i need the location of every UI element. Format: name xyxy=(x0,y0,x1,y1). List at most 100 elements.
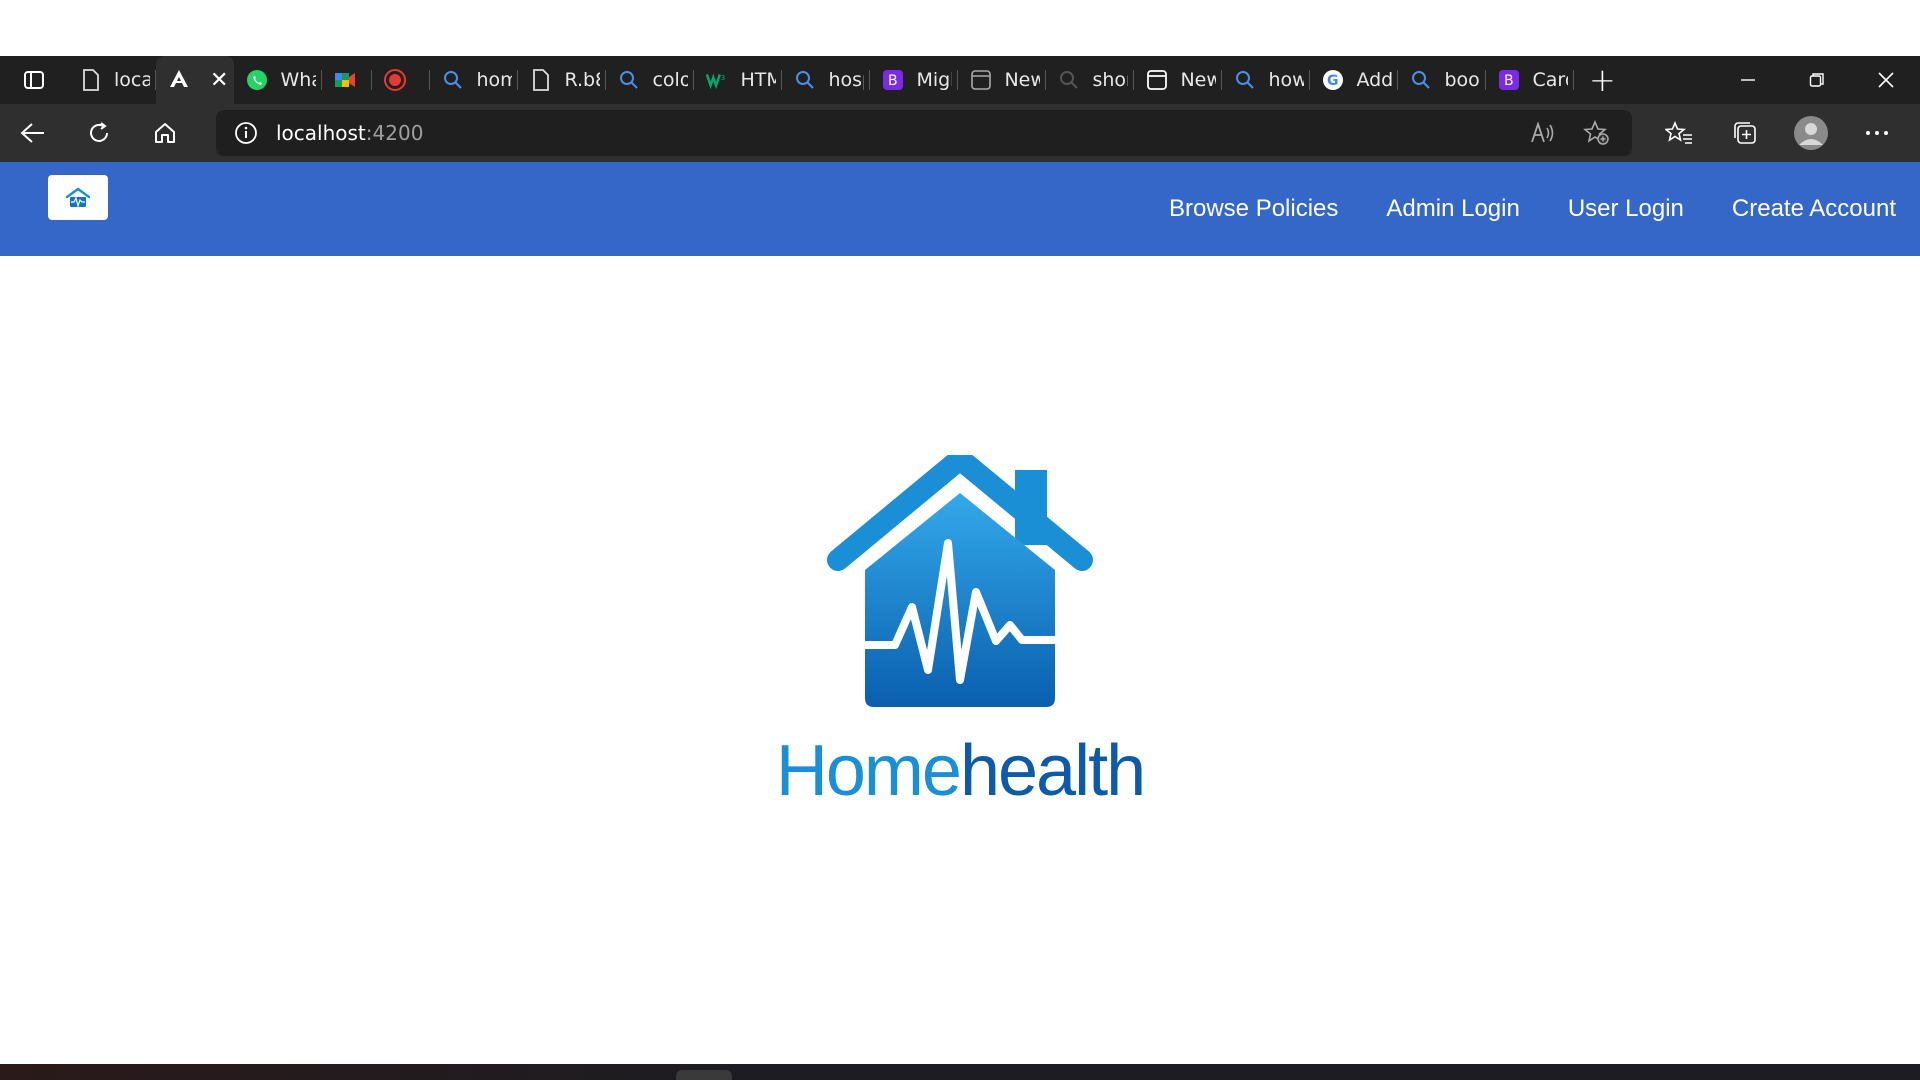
close-icon xyxy=(1877,72,1894,88)
hero-logo: Homehealth xyxy=(760,455,1160,815)
back-button[interactable] xyxy=(0,104,66,162)
page-icon xyxy=(80,69,102,91)
tab-title: shor xyxy=(1092,69,1128,91)
tab-title: how xyxy=(1268,69,1305,91)
tab-7[interactable]: colo xyxy=(606,56,695,104)
meet-icon xyxy=(334,69,356,91)
house-heartbeat-icon xyxy=(827,455,1093,707)
whatsapp-icon xyxy=(246,69,268,91)
browser-toolbar: localhost:4200 xyxy=(0,104,1920,162)
angular-icon xyxy=(168,69,190,91)
tab-title: Add xyxy=(1356,69,1393,91)
tab-16[interactable]: boo xyxy=(1398,56,1487,104)
site-info-icon[interactable] xyxy=(216,121,276,145)
window-controls xyxy=(1713,56,1920,104)
top-margin xyxy=(0,0,1920,56)
w3-icon: 3 xyxy=(706,69,728,91)
taskbar-edge xyxy=(0,1064,1920,1080)
browse-policies-link[interactable]: Browse Policies xyxy=(1169,195,1338,223)
read-aloud-icon xyxy=(1531,122,1554,143)
tab-strip: localhost:4200 ✕ WhatsApp home R.b8 colo… xyxy=(0,56,1920,104)
bootstrap-icon: B xyxy=(1498,69,1520,91)
page-icon xyxy=(530,69,552,91)
tab-5[interactable]: home xyxy=(430,56,519,104)
navbar-links: Browse Policies Admin Login User Login C… xyxy=(1121,162,1896,256)
search-icon xyxy=(618,69,640,91)
brand-word-health: health xyxy=(959,731,1146,811)
star-add-icon xyxy=(1583,120,1609,145)
brand-wordmark: Homehealth xyxy=(760,730,1160,812)
tab-4[interactable] xyxy=(372,56,431,104)
tab-2[interactable]: WhatsApp xyxy=(234,56,323,104)
search-icon xyxy=(442,69,464,91)
tab-title: R.b8 xyxy=(564,69,600,91)
tab-9[interactable]: hosp xyxy=(782,56,871,104)
url-text[interactable]: localhost:4200 xyxy=(276,121,423,145)
collections-button[interactable] xyxy=(1712,104,1778,162)
more-menu-button[interactable] xyxy=(1844,104,1910,162)
tab-title: HTM xyxy=(740,69,777,91)
svg-text:3: 3 xyxy=(721,73,726,82)
tab-title: WhatsApp xyxy=(280,69,316,91)
tab-17[interactable]: B Card xyxy=(1486,56,1575,104)
newtab-icon xyxy=(1146,69,1168,91)
navbar-brand-button[interactable] xyxy=(48,175,108,220)
close-window-button[interactable] xyxy=(1851,56,1920,104)
svg-text:B: B xyxy=(1504,73,1514,89)
back-arrow-icon xyxy=(20,123,44,143)
home-button[interactable] xyxy=(132,104,198,162)
tab-0[interactable]: localhost:4200 xyxy=(68,56,156,104)
tab-title: boo xyxy=(1444,69,1480,91)
tab-title: New xyxy=(1004,69,1041,91)
minimize-icon xyxy=(1740,79,1755,81)
toolbar-right xyxy=(1646,104,1910,162)
profile-button[interactable] xyxy=(1778,104,1844,162)
minimize-button[interactable] xyxy=(1713,56,1782,104)
home-icon xyxy=(155,123,175,143)
tab-10[interactable]: B Migh xyxy=(870,56,959,104)
favorites-button[interactable] xyxy=(1646,104,1712,162)
tab-14[interactable]: how xyxy=(1222,56,1311,104)
svg-text:G: G xyxy=(1327,73,1339,89)
url-host: localhost xyxy=(276,121,366,145)
new-tab-button[interactable]: + xyxy=(1574,56,1630,104)
create-account-link[interactable]: Create Account xyxy=(1732,195,1896,223)
tab-3[interactable] xyxy=(322,56,373,104)
search-icon xyxy=(1410,69,1432,91)
tab-title: localhost:4200 xyxy=(114,69,150,91)
restore-icon xyxy=(1809,73,1824,87)
close-icon[interactable]: ✕ xyxy=(210,68,228,93)
tab-8[interactable]: 3 HTM xyxy=(694,56,783,104)
read-aloud-button[interactable] xyxy=(1516,110,1570,156)
add-favorite-button[interactable] xyxy=(1570,110,1624,156)
restore-button[interactable] xyxy=(1782,56,1851,104)
taskbar-item xyxy=(676,1070,732,1080)
avatar-icon xyxy=(1794,116,1828,150)
tab-title: New xyxy=(1180,69,1217,91)
search-icon xyxy=(1234,69,1256,91)
newtab-icon xyxy=(970,69,992,91)
tab-13[interactable]: New xyxy=(1134,56,1223,104)
tab-title: Card xyxy=(1532,69,1568,91)
tab-6[interactable]: R.b8 xyxy=(518,56,607,104)
tab-title: Migh xyxy=(916,69,952,91)
refresh-icon xyxy=(90,122,108,142)
tab-1-active[interactable]: ✕ xyxy=(156,56,235,104)
address-bar[interactable]: localhost:4200 xyxy=(216,110,1632,156)
address-actions xyxy=(1516,110,1624,156)
tab-11[interactable]: New xyxy=(958,56,1047,104)
tab-12[interactable]: shor xyxy=(1046,56,1135,104)
user-login-link[interactable]: User Login xyxy=(1568,195,1684,223)
google-icon: G xyxy=(1322,69,1344,91)
tab-title: colo xyxy=(652,69,689,91)
tab-15[interactable]: G Add xyxy=(1310,56,1399,104)
url-port: :4200 xyxy=(365,121,424,145)
collections-icon xyxy=(1734,122,1756,144)
refresh-button[interactable] xyxy=(66,104,132,162)
svg-text:B: B xyxy=(888,73,898,89)
tab-actions-button[interactable] xyxy=(0,56,68,104)
search-icon xyxy=(794,69,816,91)
plus-icon: + xyxy=(1589,61,1616,99)
homehealth-logo-icon xyxy=(65,187,91,208)
admin-login-link[interactable]: Admin Login xyxy=(1386,195,1519,223)
